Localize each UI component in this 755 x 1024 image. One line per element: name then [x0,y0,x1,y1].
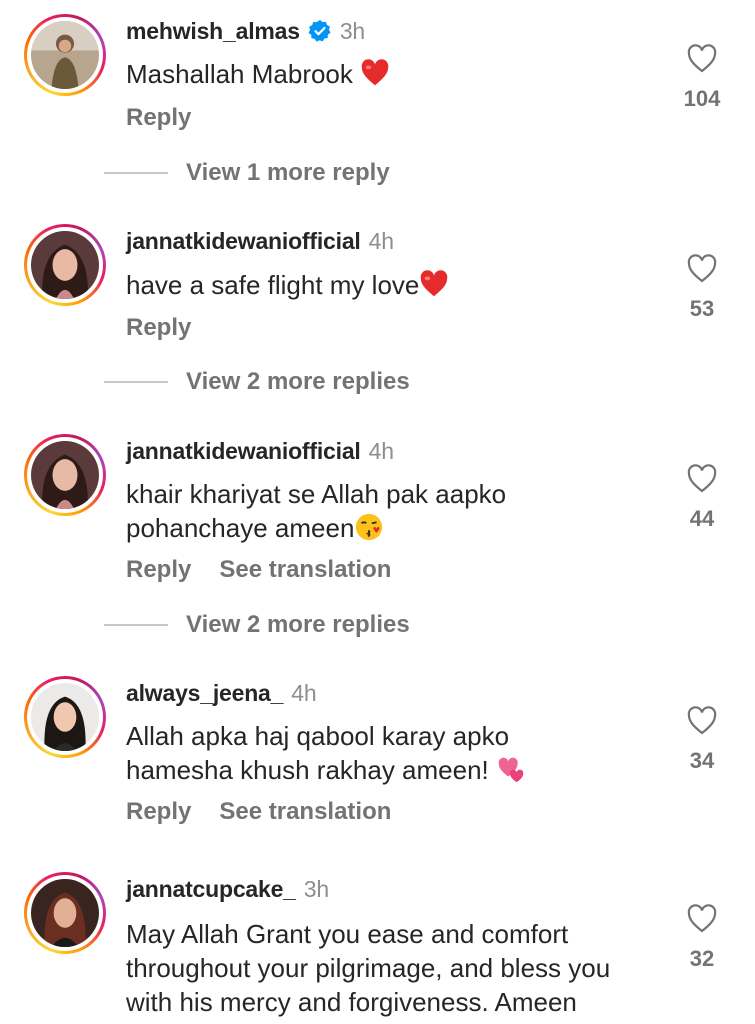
username-text[interactable]: jannatcupcake_ [126,876,296,902]
username-text[interactable]: jannatkidewaniofficial [126,228,361,254]
see-translation-button[interactable]: See translation [219,556,391,583]
view-more-text[interactable]: View 1 more reply [186,159,390,187]
kissing-face-emoji-icon [356,513,383,541]
comment-username[interactable]: jannatkidewaniofficial 4h [126,438,394,465]
comment-text-line: pohanchaye ameen [126,513,355,543]
comment-time: 3h [303,876,329,902]
avatar[interactable] [24,872,106,954]
reply-button[interactable]: Reply [126,798,191,825]
view-more-replies-button[interactable]: View 1 more reply [104,158,390,188]
like-count: 34 [689,748,715,773]
like-control: 32 [672,904,732,972]
view-more-replies-button[interactable]: View 2 more replies [104,610,410,640]
comment-text: have a safe flight my love [126,268,666,302]
comment-time: 4h [291,680,317,706]
username-text[interactable]: jannatkidewaniofficial [126,438,361,464]
heart-icon[interactable] [686,706,718,736]
view-more-text[interactable]: View 2 more replies [186,368,410,396]
comment-text-line: Allah apka haj qabool karay apko [126,721,510,751]
comment-time: 4h [368,438,394,464]
comment-text-body: have a safe flight my love [126,270,420,300]
comment-text-line: hamesha khush rakhay ameen! [126,755,489,785]
verified-badge-icon [308,20,331,42]
comment-username[interactable]: always_jeena_ 4h [126,680,317,707]
comment-text-line: khair khariyat se Allah pak aapko [126,479,507,509]
view-more-replies-button[interactable]: View 2 more replies [104,367,410,397]
heart-icon[interactable] [686,904,718,934]
divider-line [104,381,168,383]
comment-text-line: May Allah Grant you ease and comfort [126,919,569,949]
like-control: 104 [672,44,732,112]
heart-icon[interactable] [686,44,718,74]
heart-icon[interactable] [686,464,718,494]
reply-button[interactable]: Reply [126,104,191,131]
like-count: 53 [689,296,715,321]
comment-text-line: throughout your pilgrimage, and bless yo… [126,953,611,983]
reply-button[interactable]: Reply [126,314,191,341]
comment-time: 4h [368,228,394,254]
like-count: 104 [683,86,721,111]
comment-text: Mashallah Mabrook [126,57,666,91]
like-count: 32 [689,946,715,971]
comment-text: May Allah Grant you ease and comfort thr… [126,917,666,1019]
see-translation-button[interactable]: See translation [219,798,391,825]
divider-line [104,172,168,174]
comment-text-line: with his mercy and forgiveness. Ameen [126,987,577,1017]
heart-icon[interactable] [686,254,718,284]
comment-username[interactable]: mehwish_almas 3h [126,18,365,45]
red-heart-emoji-icon [421,270,448,297]
avatar[interactable] [24,676,106,758]
like-count: 44 [689,506,715,531]
username-text[interactable]: mehwish_almas [126,18,300,44]
comment-username[interactable]: jannatkidewaniofficial 4h [126,228,394,255]
view-more-text[interactable]: View 2 more replies [186,611,410,639]
two-hearts-emoji-icon [498,757,524,783]
like-control: 34 [672,706,732,774]
comment-time: 3h [339,18,366,44]
avatar[interactable] [24,434,106,516]
comment-username[interactable]: jannatcupcake_ 3h [126,876,329,903]
red-heart-emoji-icon [361,59,389,86]
reply-button[interactable]: Reply [126,556,191,583]
divider-line [104,624,168,626]
like-control: 53 [672,254,732,322]
username-text[interactable]: always_jeena_ [126,680,283,706]
comment-text: khair khariyat se Allah pak aapko pohanc… [126,477,666,545]
comment-text-body: Mashallah Mabrook [126,59,353,89]
comment-text: Allah apka haj qabool karay apko hamesha… [126,719,666,787]
like-control: 44 [672,464,732,532]
avatar[interactable] [24,14,106,96]
avatar[interactable] [24,224,106,306]
